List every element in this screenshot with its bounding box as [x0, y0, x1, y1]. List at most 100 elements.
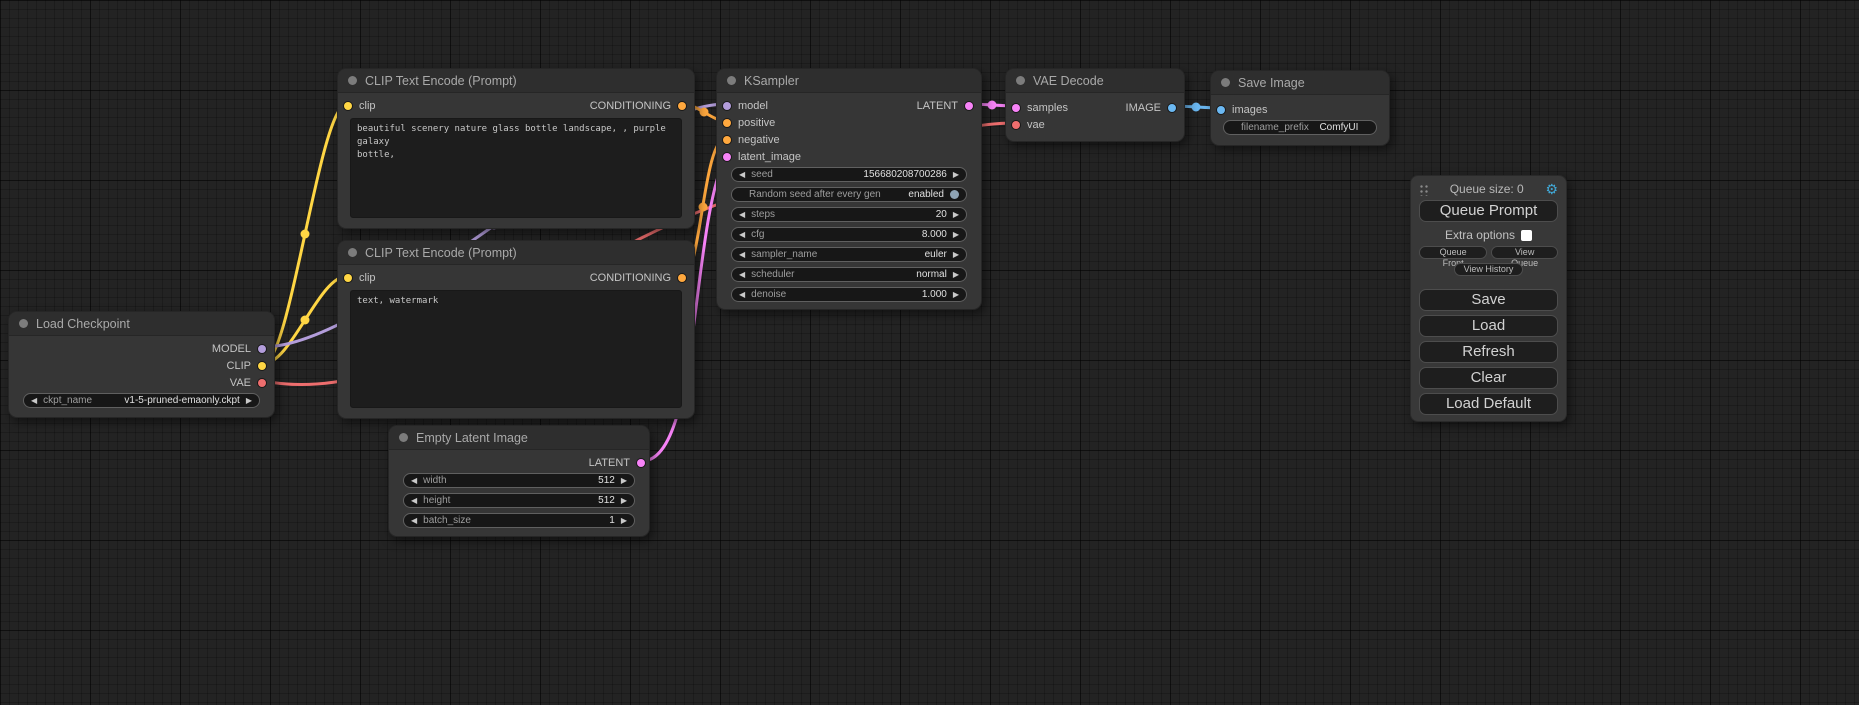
- link-midpoint-dot: [699, 203, 708, 212]
- node-title-bar[interactable]: Load Checkpoint: [9, 312, 274, 336]
- batch-size-widget[interactable]: ◀ batch_size 1 ▶: [403, 513, 635, 528]
- negative-input-port[interactable]: [723, 136, 731, 144]
- negative-prompt-textarea[interactable]: text, watermark: [350, 290, 682, 408]
- node-empty-latent-image[interactable]: Empty Latent Image LATENT ◀ width 512 ▶ …: [388, 425, 650, 537]
- positive-prompt-textarea[interactable]: beautiful scenery nature glass bottle la…: [350, 118, 682, 218]
- clip-input-port[interactable]: [344, 274, 352, 282]
- queue-size-label: Queue size: 0: [1428, 182, 1545, 196]
- samples-input-port[interactable]: [1012, 104, 1020, 112]
- clip-input-port[interactable]: [344, 102, 352, 110]
- node-graph-canvas[interactable]: CLIP Text Encode (Prompt) clip CONDITION…: [0, 0, 1859, 705]
- load-button[interactable]: Load: [1419, 315, 1558, 337]
- queue-front-button[interactable]: Queue Front: [1419, 246, 1487, 259]
- node-clip-text-encode-negative[interactable]: CLIP Text Encode (Prompt) clip CONDITION…: [337, 240, 695, 419]
- sampler-name-widget[interactable]: ◀ sampler_name euler ▶: [731, 247, 967, 262]
- scheduler-widget[interactable]: ◀ scheduler normal ▶: [731, 267, 967, 282]
- model-input-port[interactable]: [723, 102, 731, 110]
- image-output-port[interactable]: [1168, 104, 1176, 112]
- ckpt-name-widget[interactable]: ◀ ckpt_name v1-5-pruned-emaonly.ckpt ▶: [23, 393, 260, 408]
- widget-decrement-icon[interactable]: ◀: [739, 211, 745, 219]
- node-collapse-dot-icon[interactable]: [1221, 78, 1230, 87]
- widget-decrement-icon[interactable]: ◀: [739, 231, 745, 239]
- widget-increment-icon[interactable]: ▶: [246, 397, 252, 405]
- drag-handle-icon[interactable]: [1419, 183, 1428, 196]
- widget-decrement-icon[interactable]: ◀: [739, 171, 745, 179]
- widget-label: width: [423, 475, 446, 486]
- model-output-port[interactable]: [258, 345, 266, 353]
- denoise-widget[interactable]: ◀ denoise 1.000 ▶: [731, 287, 967, 302]
- node-title: VAE Decode: [1033, 74, 1104, 88]
- widget-increment-icon[interactable]: ▶: [621, 517, 627, 525]
- vae-output-port[interactable]: [258, 379, 266, 387]
- widget-decrement-icon[interactable]: ◀: [31, 397, 37, 405]
- latent-image-input-label: latent_image: [738, 151, 801, 163]
- widget-increment-icon[interactable]: ▶: [953, 211, 959, 219]
- node-collapse-dot-icon[interactable]: [399, 433, 408, 442]
- widget-increment-icon[interactable]: ▶: [953, 231, 959, 239]
- widget-decrement-icon[interactable]: ◀: [739, 271, 745, 279]
- conditioning-output-port[interactable]: [678, 102, 686, 110]
- random-seed-toggle-widget[interactable]: Random seed after every gen enabled: [731, 187, 967, 202]
- width-widget[interactable]: ◀ width 512 ▶: [403, 473, 635, 488]
- latent-image-input-port[interactable]: [723, 153, 731, 161]
- node-collapse-dot-icon[interactable]: [19, 319, 28, 328]
- view-history-button[interactable]: View History: [1454, 263, 1524, 276]
- widget-decrement-icon[interactable]: ◀: [739, 251, 745, 259]
- widget-increment-icon[interactable]: ▶: [621, 477, 627, 485]
- node-collapse-dot-icon[interactable]: [348, 76, 357, 85]
- node-title-bar[interactable]: Empty Latent Image: [389, 426, 649, 450]
- widget-decrement-icon[interactable]: ◀: [411, 497, 417, 505]
- widget-decrement-icon[interactable]: ◀: [739, 291, 745, 299]
- vae-input-port[interactable]: [1012, 121, 1020, 129]
- node-vae-decode[interactable]: VAE Decode samples IMAGE vae: [1005, 68, 1185, 142]
- widget-increment-icon[interactable]: ▶: [953, 251, 959, 259]
- widget-increment-icon[interactable]: ▶: [621, 497, 627, 505]
- clip-input-label: clip: [359, 100, 376, 112]
- node-title-bar[interactable]: VAE Decode: [1006, 69, 1184, 93]
- load-default-button[interactable]: Load Default: [1419, 393, 1558, 415]
- latent-output-port[interactable]: [637, 459, 645, 467]
- node-collapse-dot-icon[interactable]: [1016, 76, 1025, 85]
- widget-value: ComfyUI: [1315, 122, 1363, 133]
- seed-widget[interactable]: ◀ seed 156680208700286 ▶: [731, 167, 967, 182]
- height-widget[interactable]: ◀ height 512 ▶: [403, 493, 635, 508]
- extra-options-label: Extra options: [1445, 228, 1515, 242]
- link-midpoint-dot: [301, 316, 310, 325]
- toggle-on-icon[interactable]: [950, 190, 959, 199]
- node-collapse-dot-icon[interactable]: [348, 248, 357, 257]
- node-title-bar[interactable]: CLIP Text Encode (Prompt): [338, 241, 694, 265]
- positive-input-port[interactable]: [723, 119, 731, 127]
- cfg-widget[interactable]: ◀ cfg 8.000 ▶: [731, 227, 967, 242]
- widget-decrement-icon[interactable]: ◀: [411, 517, 417, 525]
- widget-label: seed: [751, 169, 773, 180]
- clip-output-port[interactable]: [258, 362, 266, 370]
- clear-button[interactable]: Clear: [1419, 367, 1558, 389]
- save-button[interactable]: Save: [1419, 289, 1558, 311]
- widget-decrement-icon[interactable]: ◀: [411, 477, 417, 485]
- steps-widget[interactable]: ◀ steps 20 ▶: [731, 207, 967, 222]
- latent-output-port[interactable]: [965, 102, 973, 110]
- conditioning-output-port[interactable]: [678, 274, 686, 282]
- filename-prefix-widget[interactable]: filename_prefix ComfyUI: [1223, 120, 1377, 135]
- node-ksampler[interactable]: KSampler model LATENT positive negative …: [716, 68, 982, 310]
- view-queue-button[interactable]: View Queue: [1491, 246, 1558, 259]
- widget-increment-icon[interactable]: ▶: [953, 291, 959, 299]
- widget-increment-icon[interactable]: ▶: [953, 271, 959, 279]
- widget-increment-icon[interactable]: ▶: [953, 171, 959, 179]
- node-load-checkpoint[interactable]: Load Checkpoint MODEL CLIP VAE ◀ ckpt_na…: [8, 311, 275, 418]
- node-title: Load Checkpoint: [36, 317, 130, 331]
- node-collapse-dot-icon[interactable]: [727, 76, 736, 85]
- node-title-bar[interactable]: Save Image: [1211, 71, 1389, 95]
- queue-prompt-button[interactable]: Queue Prompt: [1419, 200, 1558, 222]
- widget-value: 512: [456, 495, 614, 506]
- settings-gear-icon[interactable]: ⚙: [1545, 182, 1558, 196]
- widget-label: cfg: [751, 229, 764, 240]
- node-title: KSampler: [744, 74, 799, 88]
- extra-options-checkbox[interactable]: [1521, 230, 1532, 241]
- node-clip-text-encode-positive[interactable]: CLIP Text Encode (Prompt) clip CONDITION…: [337, 68, 695, 229]
- images-input-port[interactable]: [1217, 106, 1225, 114]
- node-title-bar[interactable]: KSampler: [717, 69, 981, 93]
- refresh-button[interactable]: Refresh: [1419, 341, 1558, 363]
- node-save-image[interactable]: Save Image images filename_prefix ComfyU…: [1210, 70, 1390, 146]
- node-title-bar[interactable]: CLIP Text Encode (Prompt): [338, 69, 694, 93]
